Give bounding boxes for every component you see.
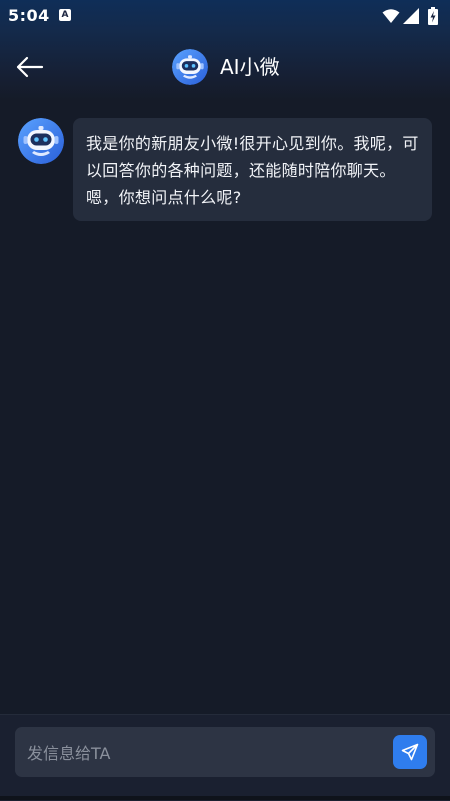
a-letter-icon: A: [59, 9, 71, 21]
chat-area: 我是你的新朋友小微!很开心见到你。我呢，可以回答你的各种问题，还能随时陪你聊天。…: [0, 100, 450, 712]
composer-bar: [0, 714, 450, 801]
battery-charging-icon: [428, 7, 438, 25]
message-input[interactable]: [25, 727, 389, 779]
message-input-box: [15, 727, 435, 779]
send-button[interactable]: [393, 735, 427, 769]
robot-avatar-icon: [18, 118, 64, 164]
send-icon: [401, 743, 419, 761]
message-bubble: 我是你的新朋友小微!很开心见到你。我呢，可以回答你的各种问题，还能随时陪你聊天。…: [73, 118, 432, 221]
robot-avatar-icon: [172, 49, 208, 85]
signal-icon: [403, 8, 419, 24]
app-header: AI小微: [0, 40, 450, 94]
navigation-bar: [0, 796, 450, 800]
status-bar: 5:04 A: [0, 0, 450, 32]
arrow-left-icon: [16, 56, 44, 78]
wifi-icon: [382, 9, 400, 23]
back-button[interactable]: [10, 50, 50, 84]
page-title: AI小微: [220, 55, 280, 79]
status-icons: [382, 6, 442, 26]
status-time: 5:04: [8, 6, 50, 25]
